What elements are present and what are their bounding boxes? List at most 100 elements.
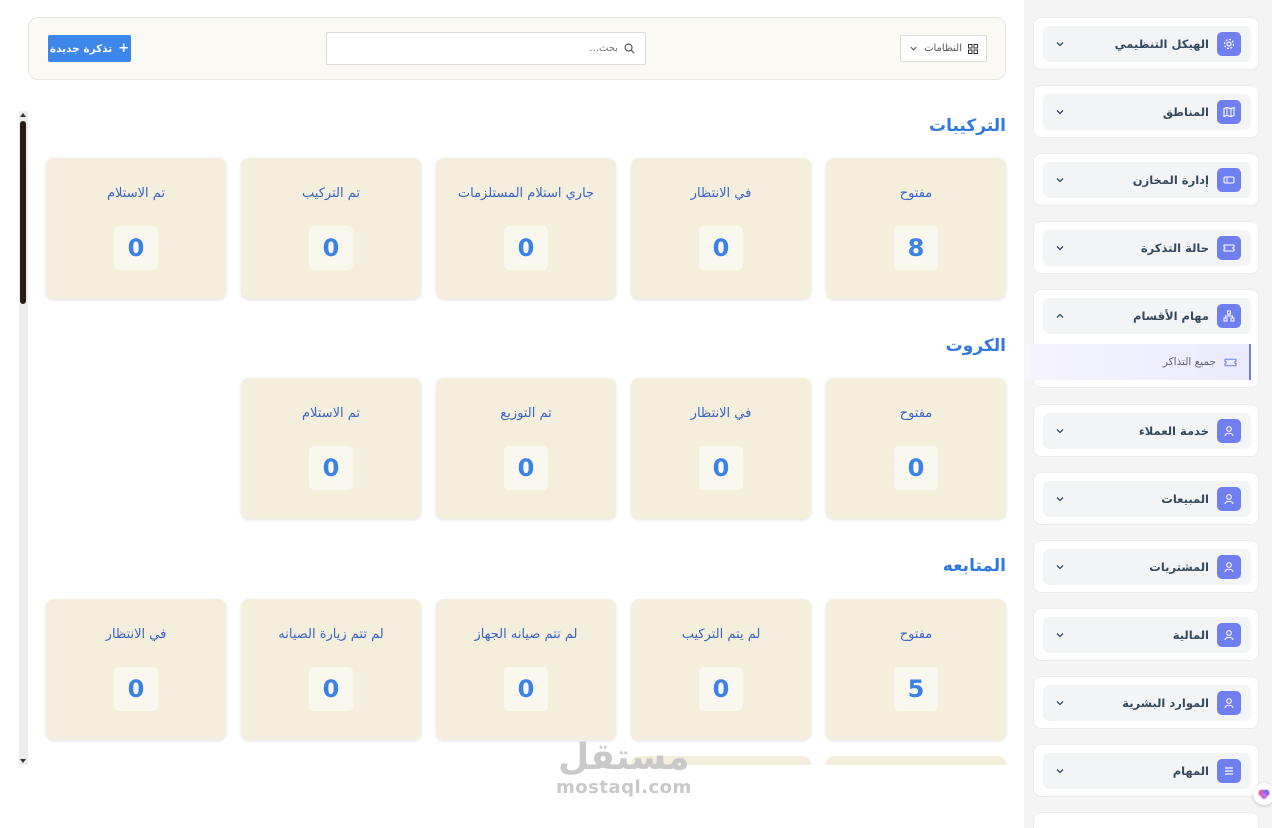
sidebar-item-label: مهام الأقسام: [1133, 309, 1209, 323]
card-label: تم الاستلام: [106, 186, 166, 201]
card-label: جاري استلام المستلزمات: [457, 186, 595, 201]
sidebar-item-department-tasks[interactable]: مهام الأقسام جميع التذاكر: [1025, 289, 1259, 388]
search-icon: [624, 43, 635, 54]
sidebar-item-label: المشتريات: [1149, 560, 1209, 574]
watermark: مستقل mostaql.com: [556, 738, 692, 798]
user-icon: [1217, 419, 1241, 443]
status-card[interactable]: تم التركيب 0: [241, 158, 421, 299]
sidebar-item-label: المناطق: [1162, 105, 1209, 119]
new-ticket-button[interactable]: + تذكرة جديدة: [48, 35, 131, 62]
status-card-partial: [826, 756, 1006, 765]
chevron-down-icon: [909, 44, 918, 53]
status-card[interactable]: لم يتم التركيب 0: [631, 599, 811, 740]
card-label: تم التركيب: [302, 186, 360, 201]
warehouse-icon: [1217, 168, 1241, 192]
sidebar-item-header[interactable]: حالة التذكرة: [1043, 230, 1251, 266]
sidebar-item-header[interactable]: المشتريات: [1043, 549, 1251, 585]
sidebar-item-regions[interactable]: المناطق: [1033, 85, 1259, 138]
status-card[interactable]: تم الاستلام 0: [46, 158, 226, 299]
sidebar-item-header[interactable]: الهيكل التنظيمي: [1043, 26, 1251, 62]
filter-dropdown[interactable]: النظامات: [900, 35, 987, 62]
sidebar-item-header[interactable]: مهام الأقسام: [1043, 298, 1251, 334]
user-icon: [1217, 487, 1241, 511]
sidebar-item-header[interactable]: المالية: [1043, 617, 1251, 653]
plus-icon: +: [118, 41, 130, 56]
status-card[interactable]: مفتوح 0: [826, 378, 1006, 519]
sidebar-item-header[interactable]: خدمة العملاء: [1043, 413, 1251, 449]
card-count: 0: [309, 667, 353, 711]
status-card[interactable]: مفتوح 5: [826, 599, 1006, 740]
status-card[interactable]: في الانتظار 0: [631, 378, 811, 519]
sidebar-item-ticket-status[interactable]: حالة التذكرة: [1033, 221, 1259, 274]
sidebar-item-finance[interactable]: المالية: [1033, 608, 1259, 661]
card-count: 0: [114, 226, 158, 270]
sidebar-item-org-structure[interactable]: الهيكل التنظيمي: [1033, 17, 1259, 70]
sidebar-item-hr[interactable]: الموارد البشرية: [1033, 676, 1259, 729]
card-count: 0: [114, 667, 158, 711]
sidebar-item-tasks[interactable]: المهام: [1033, 744, 1259, 797]
search-box[interactable]: [326, 32, 646, 65]
user-icon: [1217, 555, 1241, 579]
sidebar-item-label: المهام: [1172, 764, 1209, 778]
sidebar-item-label: الهيكل التنظيمي: [1114, 37, 1209, 51]
card-count: 0: [504, 446, 548, 490]
sidebar-item-label: حالة التذكرة: [1140, 241, 1209, 255]
status-card[interactable]: في الانتظار 0: [631, 158, 811, 299]
card-label: لم تتم صيانه الجهاز: [474, 627, 578, 642]
status-card[interactable]: لم تتم صيانه الجهاز 0: [436, 599, 616, 740]
sidebar-item-customer-service[interactable]: خدمة العملاء: [1033, 404, 1259, 457]
watermark-latin: mostaql.com: [556, 777, 692, 798]
status-card[interactable]: في الانتظار 0: [46, 599, 226, 740]
sidebar-item-header[interactable]: المهام: [1043, 753, 1251, 789]
sidebar-item-label: المالية: [1172, 628, 1209, 642]
status-card[interactable]: جاري استلام المستلزمات 0: [436, 158, 616, 299]
list-icon: [1217, 759, 1241, 783]
user-icon: [1217, 691, 1241, 715]
filter-label: النظامات: [924, 43, 962, 54]
assistant-brain-icon[interactable]: [1253, 783, 1272, 805]
card-count: 5: [894, 667, 938, 711]
sidebar-item-warehouse[interactable]: إدارة المخازن: [1033, 153, 1259, 206]
chevron-down-icon: [1053, 560, 1067, 574]
chevron-up-icon: [1053, 309, 1067, 323]
sitemap-icon: [1217, 304, 1241, 328]
map-icon: [1217, 100, 1241, 124]
grid-icon: [968, 43, 978, 54]
sidebar-item-header[interactable]: المناطق: [1043, 94, 1251, 130]
status-card[interactable]: تم الاستلام 0: [241, 378, 421, 519]
sidebar-subitem-label: جميع التذاكر: [1162, 356, 1216, 368]
status-card[interactable]: مفتوح 8: [826, 158, 1006, 299]
section-title-installations: التركيبات: [929, 116, 1006, 136]
user-icon: [1217, 623, 1241, 647]
card-label: تم الاستلام: [301, 406, 361, 421]
ticket-icon: [1217, 236, 1241, 260]
card-count: 0: [309, 226, 353, 270]
sidebar-item-label: الموارد البشرية: [1122, 696, 1209, 710]
sidebar-item-header[interactable]: إدارة المخازن: [1043, 162, 1251, 198]
section-title-cards: الكروت: [945, 336, 1006, 356]
sidebar-item-purchases[interactable]: المشتريات: [1033, 540, 1259, 593]
status-card[interactable]: تم التوزيع 0: [436, 378, 616, 519]
sidebar-item-label: خدمة العملاء: [1138, 424, 1209, 438]
chevron-down-icon: [1053, 173, 1067, 187]
card-count: 0: [699, 667, 743, 711]
card-count: 0: [504, 226, 548, 270]
scroll-up-icon[interactable]: [20, 113, 26, 117]
card-label: في الانتظار: [105, 627, 167, 642]
sidebar-item-partial: [1033, 812, 1259, 828]
main-scrollbar[interactable]: [19, 111, 28, 765]
sidebar-item-header[interactable]: الموارد البشرية: [1043, 685, 1251, 721]
sidebar-item-header[interactable]: المبيعات: [1043, 481, 1251, 517]
card-count: 0: [699, 446, 743, 490]
search-input[interactable]: [337, 43, 618, 54]
sidebar-subitem-all-tickets[interactable]: جميع التذاكر: [1025, 344, 1251, 380]
scroll-down-icon[interactable]: [20, 759, 26, 763]
scrollbar-thumb[interactable]: [20, 121, 26, 304]
card-label: في الانتظار: [690, 406, 752, 421]
card-label: في الانتظار: [690, 186, 752, 201]
sidebar-item-sales[interactable]: المبيعات: [1033, 472, 1259, 525]
watermark-arabic: مستقل: [558, 737, 690, 778]
chevron-down-icon: [1053, 424, 1067, 438]
card-count: 0: [504, 667, 548, 711]
status-card[interactable]: لم تتم زيارة الصيانه 0: [241, 599, 421, 740]
